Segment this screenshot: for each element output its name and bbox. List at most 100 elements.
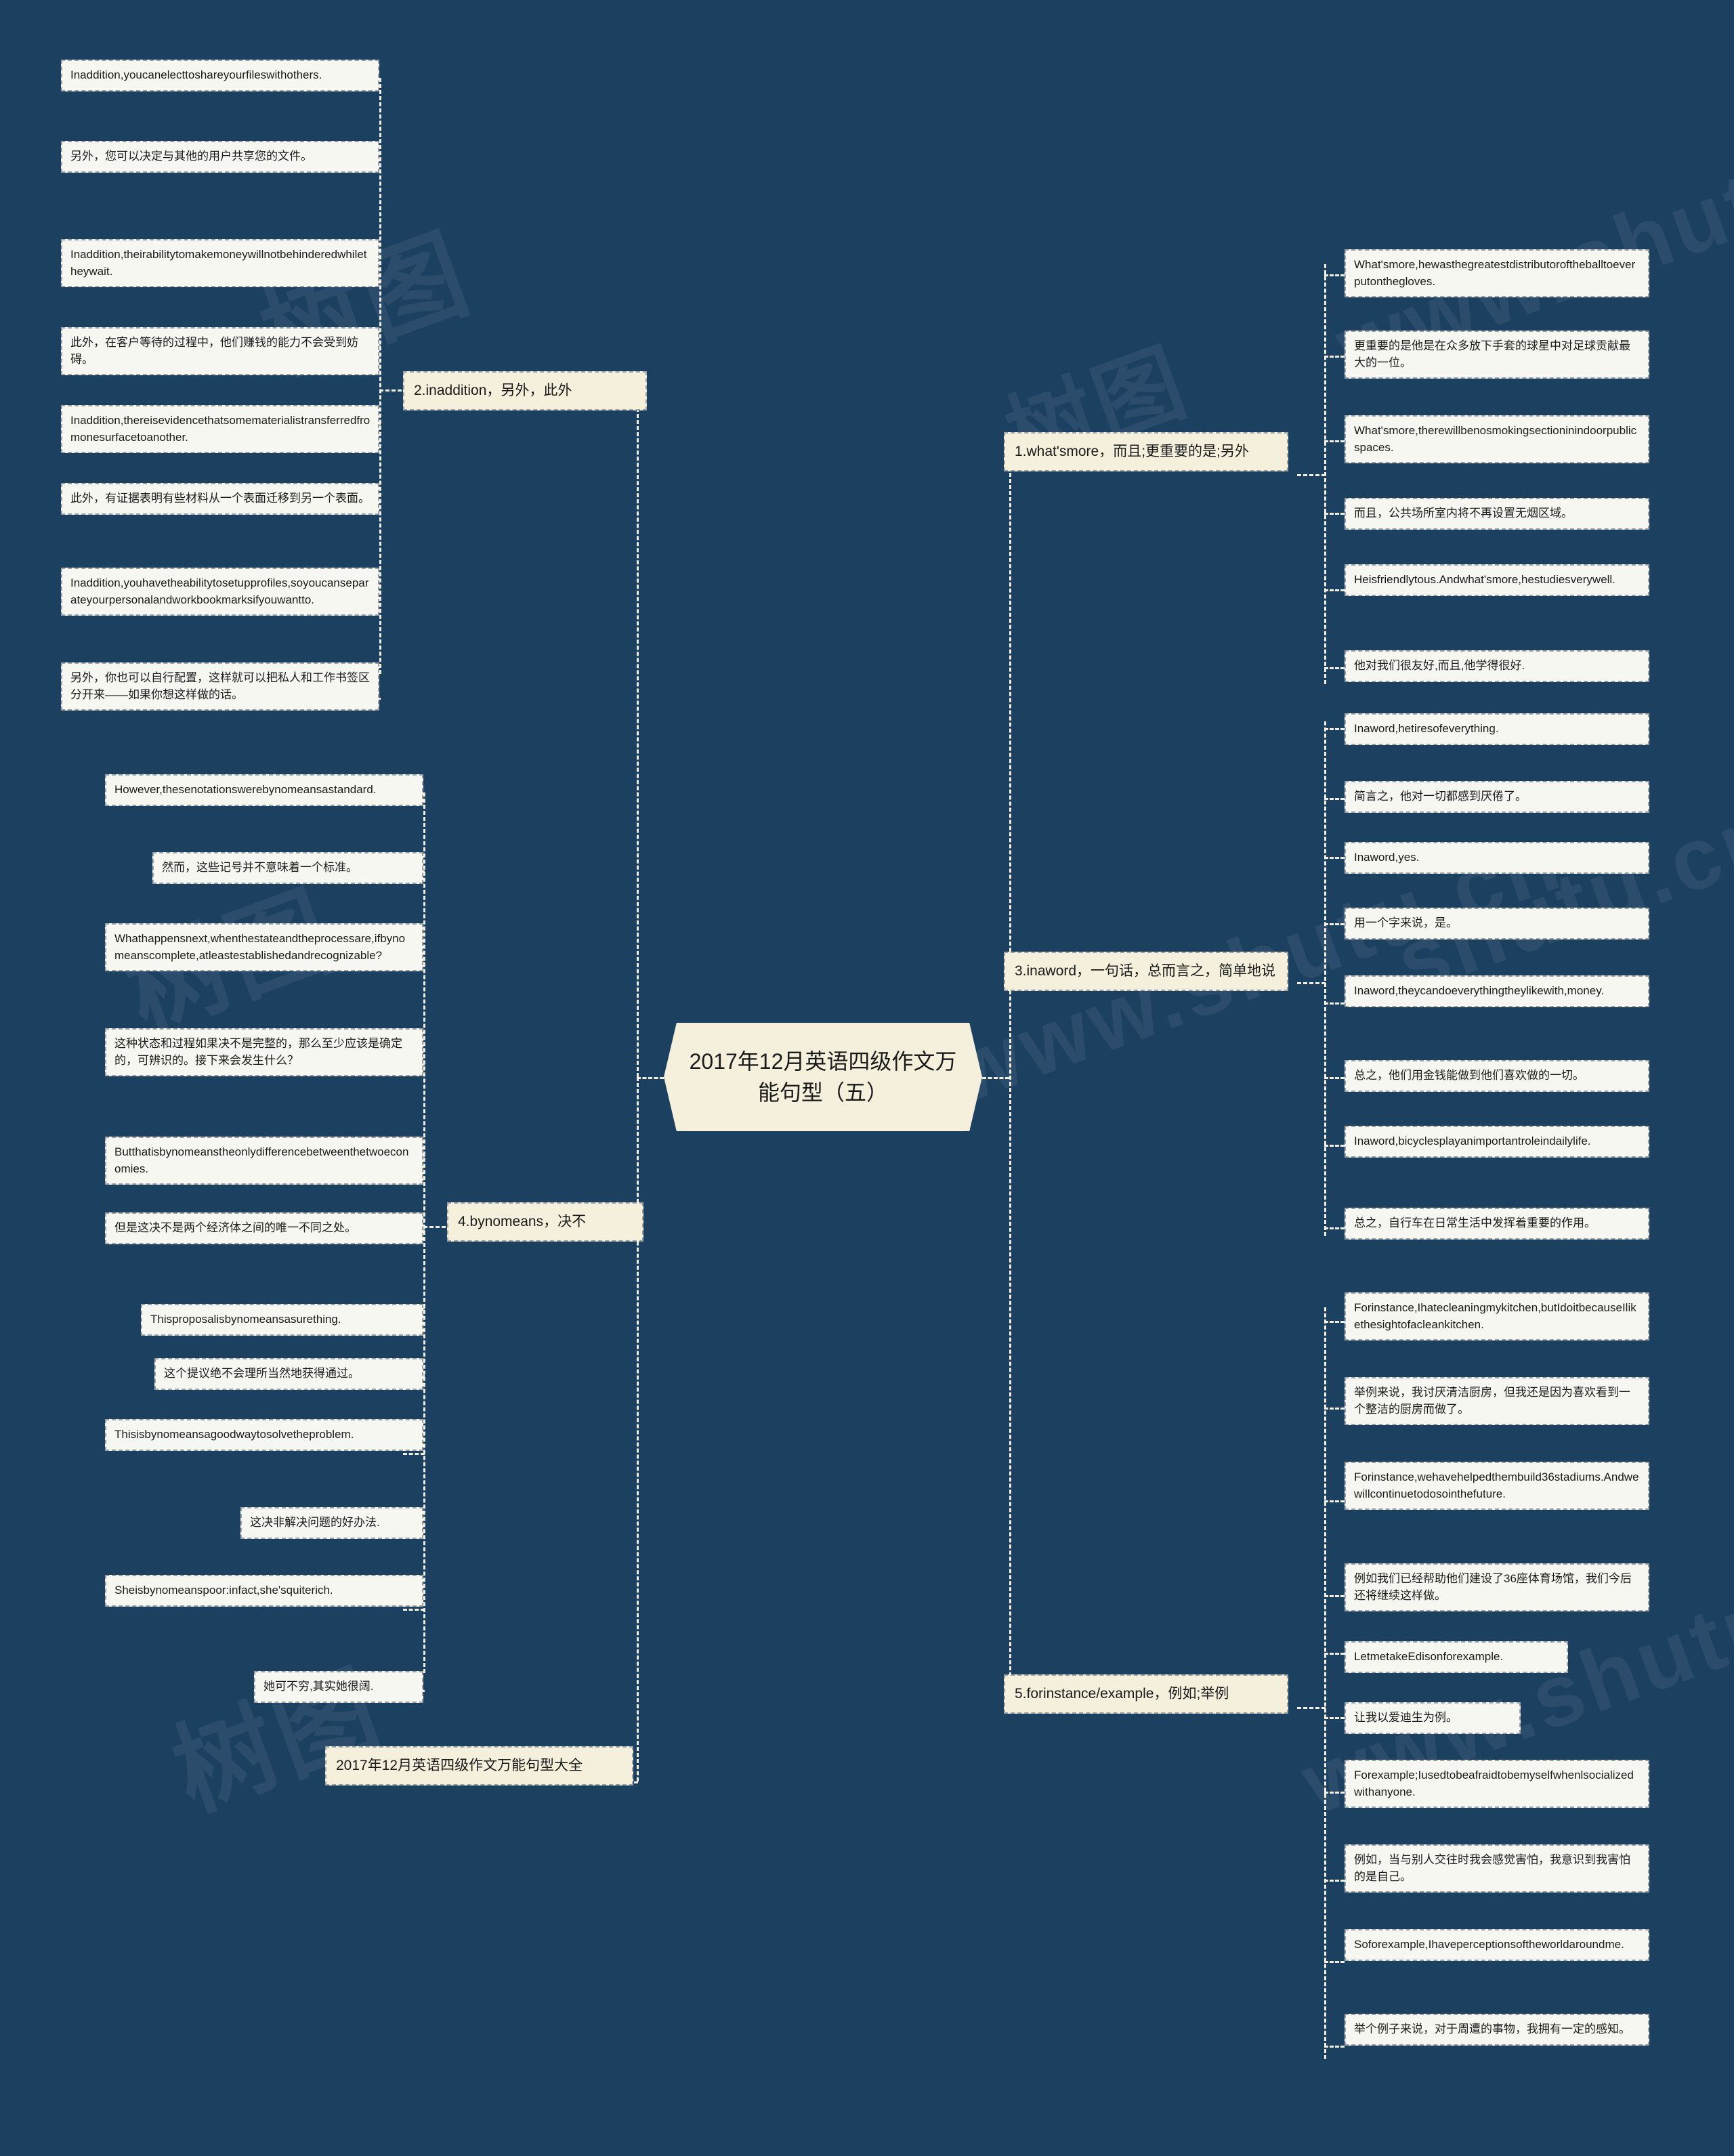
connector-leaf-stub	[1324, 1880, 1345, 1882]
leaf-text: 但是这决不是两个经济体之间的唯一不同之处。	[114, 1221, 356, 1234]
leaf-node[interactable]: Forexample;Iusedtobeafraidtobemyselfwhen…	[1345, 1760, 1649, 1809]
tail-node-overview[interactable]: 2017年12月英语四级作文万能句型大全	[325, 1746, 633, 1786]
connector-leaf-stub	[1324, 1792, 1345, 1794]
leaf-text: What'smore,hewasthegreatestdistributorof…	[1354, 258, 1636, 288]
connector-leaf-stub	[403, 1453, 425, 1455]
leaf-node[interactable]: Heisfriendlytous.Andwhat'smore,hestudies…	[1345, 564, 1649, 596]
leaf-node[interactable]: 简言之，他对一切都感到厌倦了。	[1345, 781, 1649, 813]
leaf-node[interactable]: 用一个字来说，是。	[1345, 908, 1649, 939]
leaf-node[interactable]: 例如，当与别人交往时我会感觉害怕，我意识到我害怕的是自己。	[1345, 1844, 1649, 1893]
leaf-node[interactable]: Forinstance,wehavehelpedthembuild36stadi…	[1345, 1462, 1649, 1510]
connector-leaf-stub	[1324, 923, 1345, 925]
tail-node-label: 2017年12月英语四级作文万能句型大全	[336, 1758, 583, 1773]
leaf-node[interactable]: 另外，您可以决定与其他的用户共享您的文件。	[61, 141, 379, 173]
leaf-node[interactable]: Inaword,hetiresofeverything.	[1345, 713, 1649, 745]
leaf-text: Inaword,yes.	[1354, 851, 1420, 864]
connector-leaf-stub	[1324, 1717, 1345, 1719]
leaf-node[interactable]: Soforexample,Ihaveperceptionsoftheworlda…	[1345, 1929, 1649, 1961]
branch-label-text: 1.what'smore，而且;更重要的是;另外	[1015, 444, 1249, 459]
leaf-text: Inaddition,theirabilitytomakemoneywillno…	[70, 248, 367, 278]
leaf-node[interactable]: What'smore,therewillbenosmokingsectionin…	[1345, 415, 1649, 464]
leaf-text: 这种状态和过程如果决不是完整的，那么至少应该是确定的，可辨识的。接下来会发生什么…	[114, 1037, 402, 1067]
connector-left-spine	[637, 389, 639, 1077]
leaf-node[interactable]: Inaddition,thereisevidencethatsomemateri…	[61, 405, 379, 454]
leaf-node[interactable]: Inaddition,youhavetheabilitytosetupprofi…	[61, 568, 379, 616]
branch-label-by-no-means[interactable]: 4.bynomeans，决不	[447, 1202, 643, 1242]
connector-right-spine	[1009, 461, 1011, 1707]
leaf-text: Whathappensnext,whenthestateandtheproces…	[114, 932, 406, 962]
leaf-text: Inaddition,thereisevidencethatsomemateri…	[70, 414, 371, 444]
leaf-node[interactable]: 另外，你也可以自行配置，这样就可以把私人和工作书签区分开来——如果你想这样做的话…	[61, 662, 379, 711]
leaf-node[interactable]: 此外，在客户等待的过程中，他们赚钱的能力不会受到妨碍。	[61, 327, 379, 376]
leaf-text: 举个例子来说，对于周遭的事物，我拥有一定的感知。	[1354, 2023, 1630, 2035]
connector-leaf-stub	[1324, 2046, 1345, 2048]
connector-leaf-stub	[1324, 1077, 1345, 1079]
connector-forinstance-to-children	[1297, 1707, 1326, 1709]
leaf-node[interactable]: LetmetakeEdisonforexample.	[1345, 1641, 1568, 1673]
leaf-text: 她可不穷,其实她很阔.	[263, 1680, 374, 1693]
leaf-node[interactable]: Inaddition,theirabilitytomakemoneywillno…	[61, 239, 379, 288]
leaf-node[interactable]: What'smore,hewasthegreatestdistributorof…	[1345, 249, 1649, 298]
leaf-text: 举例来说，我讨厌清洁厨房，但我还是因为喜欢看到一个整洁的厨房而做了。	[1354, 1386, 1630, 1416]
connector-leaf-stub	[1324, 274, 1345, 276]
leaf-node[interactable]: 总之，他们用金钱能做到他们喜欢做的一切。	[1345, 1060, 1649, 1092]
leaf-node[interactable]: 他对我们很友好,而且,他学得很好.	[1345, 650, 1649, 682]
leaf-node[interactable]: Thisisbynomeansagoodwaytosolvetheproblem…	[105, 1419, 423, 1451]
leaf-node[interactable]: Inaword,bicyclesplayanimportantroleindai…	[1345, 1126, 1649, 1158]
leaf-node[interactable]: 举例来说，我讨厌清洁厨房，但我还是因为喜欢看到一个整洁的厨房而做了。	[1345, 1377, 1649, 1426]
leaf-text: Thisproposalisbynomeansasurething.	[150, 1313, 341, 1326]
leaf-text: 另外，您可以决定与其他的用户共享您的文件。	[70, 150, 312, 163]
branch-label-for-instance[interactable]: 5.forinstance/example，例如;举例	[1004, 1674, 1288, 1714]
leaf-node[interactable]: Inaword,theycandoeverythingtheylikewith,…	[1345, 975, 1649, 1007]
central-topic-label: 2017年12月英语四级作文万能句型（五）	[689, 1049, 957, 1105]
leaf-node[interactable]: 让我以爱迪生为例。	[1345, 1702, 1521, 1734]
leaf-text: 总之，自行车在日常生活中发挥着重要的作用。	[1354, 1217, 1596, 1229]
leaf-node[interactable]: However,thesenotationswerebynomeansastan…	[105, 774, 423, 806]
connector-leaf-stub	[1324, 1227, 1345, 1229]
leaf-text: 然而，这些记号并不意味着一个标准。	[162, 861, 358, 874]
leaf-text: 让我以爱迪生为例。	[1354, 1711, 1458, 1724]
leaf-node[interactable]: Butthatisbynomeanstheonlydifferencebetwe…	[105, 1137, 423, 1185]
connector-leaf-stub	[1324, 589, 1345, 591]
leaf-node[interactable]: 这决非解决问题的好办法.	[240, 1507, 423, 1539]
leaf-node[interactable]: Whathappensnext,whenthestateandtheproces…	[105, 923, 423, 972]
connector-leaf-stub	[1324, 728, 1345, 730]
leaf-text: 而且，公共场所室内将不再设置无烟区域。	[1354, 507, 1573, 520]
connector-whatsmore-to-children	[1297, 474, 1326, 476]
leaf-text: Soforexample,Ihaveperceptionsoftheworlda…	[1354, 1938, 1624, 1951]
connector-leaf-stub	[403, 1609, 425, 1611]
leaf-text: Inaword,hetiresofeverything.	[1354, 722, 1499, 735]
connector-center-left	[637, 1077, 664, 1079]
leaf-node[interactable]: 这个提议绝不会理所当然地获得通过。	[154, 1358, 423, 1390]
leaf-node[interactable]: 总之，自行车在日常生活中发挥着重要的作用。	[1345, 1208, 1649, 1240]
branch-label-whats-more[interactable]: 1.what'smore，而且;更重要的是;另外	[1004, 432, 1288, 472]
leaf-text: Forinstance,Ihatecleaningmykitchen,butId…	[1354, 1301, 1636, 1331]
branch-label-in-a-word[interactable]: 3.inaword，一句话，总而言之，简单地说	[1004, 952, 1288, 992]
leaf-node[interactable]: 她可不穷,其实她很阔.	[254, 1671, 423, 1703]
mindmap-canvas: 树图 树图 树图 www.shutu.cn www.shutu.cn www.s…	[0, 0, 1734, 2156]
branch-label-text: 2.inaddition，另外，此外	[414, 383, 572, 398]
connector-leaf-stub	[1324, 1321, 1345, 1323]
leaf-text: 此外，有证据表明有些材料从一个表面迁移到另一个表面。	[70, 492, 370, 505]
branch-label-in-addition[interactable]: 2.inaddition，另外，此外	[403, 371, 647, 411]
leaf-node[interactable]: Inaword,yes.	[1345, 842, 1649, 874]
leaf-node[interactable]: 更重要的是他是在众多放下手套的球星中对足球贡献最大的一位。	[1345, 331, 1649, 379]
leaf-node[interactable]: 但是这决不是两个经济体之间的唯一不同之处。	[105, 1212, 423, 1244]
connector-leaf-stub	[1324, 1408, 1345, 1410]
leaf-node[interactable]: 此外，有证据表明有些材料从一个表面迁移到另一个表面。	[61, 483, 379, 515]
leaf-node[interactable]: 例如我们已经帮助他们建设了36座体育场馆，我们今后还将继续这样做。	[1345, 1563, 1649, 1612]
connector-leaf-stub	[1324, 1653, 1345, 1655]
central-topic[interactable]: 2017年12月英语四级作文万能句型（五）	[664, 1023, 982, 1131]
connector-left-spine-lower	[637, 1077, 639, 1781]
leaf-node[interactable]: Inaddition,youcanelecttoshareyourfileswi…	[61, 60, 379, 91]
leaf-node[interactable]: 然而，这些记号并不意味着一个标准。	[152, 852, 423, 884]
leaf-node[interactable]: 这种状态和过程如果决不是完整的，那么至少应该是确定的，可辨识的。接下来会发生什么…	[105, 1028, 423, 1077]
leaf-node[interactable]: Sheisbynomeanspoor:infact,she'squiterich…	[105, 1575, 423, 1607]
leaf-node[interactable]: Thisproposalisbynomeansasurething.	[141, 1304, 423, 1336]
connector-leaf-stub	[1324, 356, 1345, 358]
leaf-node[interactable]: Forinstance,Ihatecleaningmykitchen,butId…	[1345, 1292, 1649, 1341]
leaf-text: 他对我们很友好,而且,他学得很好.	[1354, 659, 1525, 672]
leaf-text: 此外，在客户等待的过程中，他们赚钱的能力不会受到妨碍。	[70, 336, 358, 366]
leaf-node[interactable]: 而且，公共场所室内将不再设置无烟区域。	[1345, 498, 1649, 530]
leaf-node[interactable]: 举个例子来说，对于周遭的事物，我拥有一定的感知。	[1345, 2014, 1649, 2046]
